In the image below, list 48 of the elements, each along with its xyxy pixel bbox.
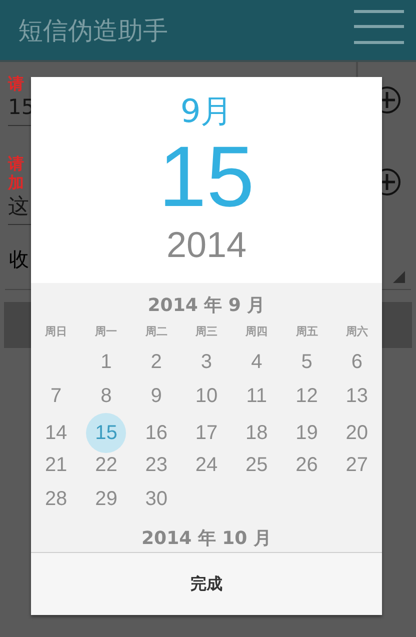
weekday-label: 周日 [45,324,68,340]
calendar-day[interactable]: 11 [236,379,277,414]
calendar-day[interactable]: 19 [286,416,327,450]
calendar-day[interactable]: 9 [136,379,176,414]
app-title: 短信伪造助手 [18,14,168,46]
calendar-day[interactable]: 5 [286,344,327,379]
menu-icon[interactable] [354,10,404,44]
weekday-label: 周五 [296,324,318,340]
calendar-day[interactable]: 20 [336,416,377,450]
calendar-day[interactable]: 2 [136,344,176,379]
field-label: 请 [8,74,25,93]
field-label: 请 [8,154,25,173]
calendar-day[interactable]: 14 [36,416,76,450]
calendar-day[interactable]: 18 [236,416,277,450]
calendar-day[interactable]: 30 [136,482,176,516]
weekday-label: 周三 [195,324,218,340]
weekday-label: 周一 [95,324,118,340]
calendar-day[interactable]: 4 [236,344,277,379]
weekday-label: 周六 [346,324,368,340]
calendar-day[interactable]: 1 [86,344,126,379]
calendar-day[interactable]: 3 [186,344,226,379]
calendar-day[interactable]: 12 [286,379,327,414]
dropdown-value[interactable]: 收 [9,246,29,273]
calendar-day[interactable]: 8 [86,379,126,414]
calendar-day[interactable]: 24 [186,448,226,482]
calendar-day[interactable]: 17 [186,416,226,450]
month-title: 2014 年 10 月 [142,527,272,552]
calendar-day[interactable]: 16 [136,416,176,450]
calendar-day[interactable]: 29 [86,482,126,516]
calendar-day[interactable]: 15 [86,413,126,454]
calendar-day[interactable]: 21 [36,448,76,482]
calendar-day[interactable]: 7 [36,379,76,414]
selected-day[interactable]: 15 [158,131,254,223]
weekday-label: 周二 [145,324,168,340]
calendar-day[interactable]: 25 [236,448,277,482]
calendar-day[interactable]: 27 [336,448,377,482]
calendar-day[interactable]: 6 [336,344,377,379]
month-title: 2014 年 9 月 [148,294,266,318]
calendar-day[interactable]: 13 [336,379,377,414]
calendar-day[interactable]: 10 [186,379,226,414]
calendar-day[interactable]: 28 [36,482,76,516]
selected-month[interactable]: 9月 [180,91,233,131]
selected-year[interactable]: 2014 [166,223,247,267]
calendar-day[interactable]: 26 [286,448,327,482]
calendar-day[interactable]: 23 [136,448,176,482]
done-button[interactable]: 完成 [31,553,382,615]
field-label: 加 [8,173,25,192]
weekday-label: 周四 [246,324,268,340]
